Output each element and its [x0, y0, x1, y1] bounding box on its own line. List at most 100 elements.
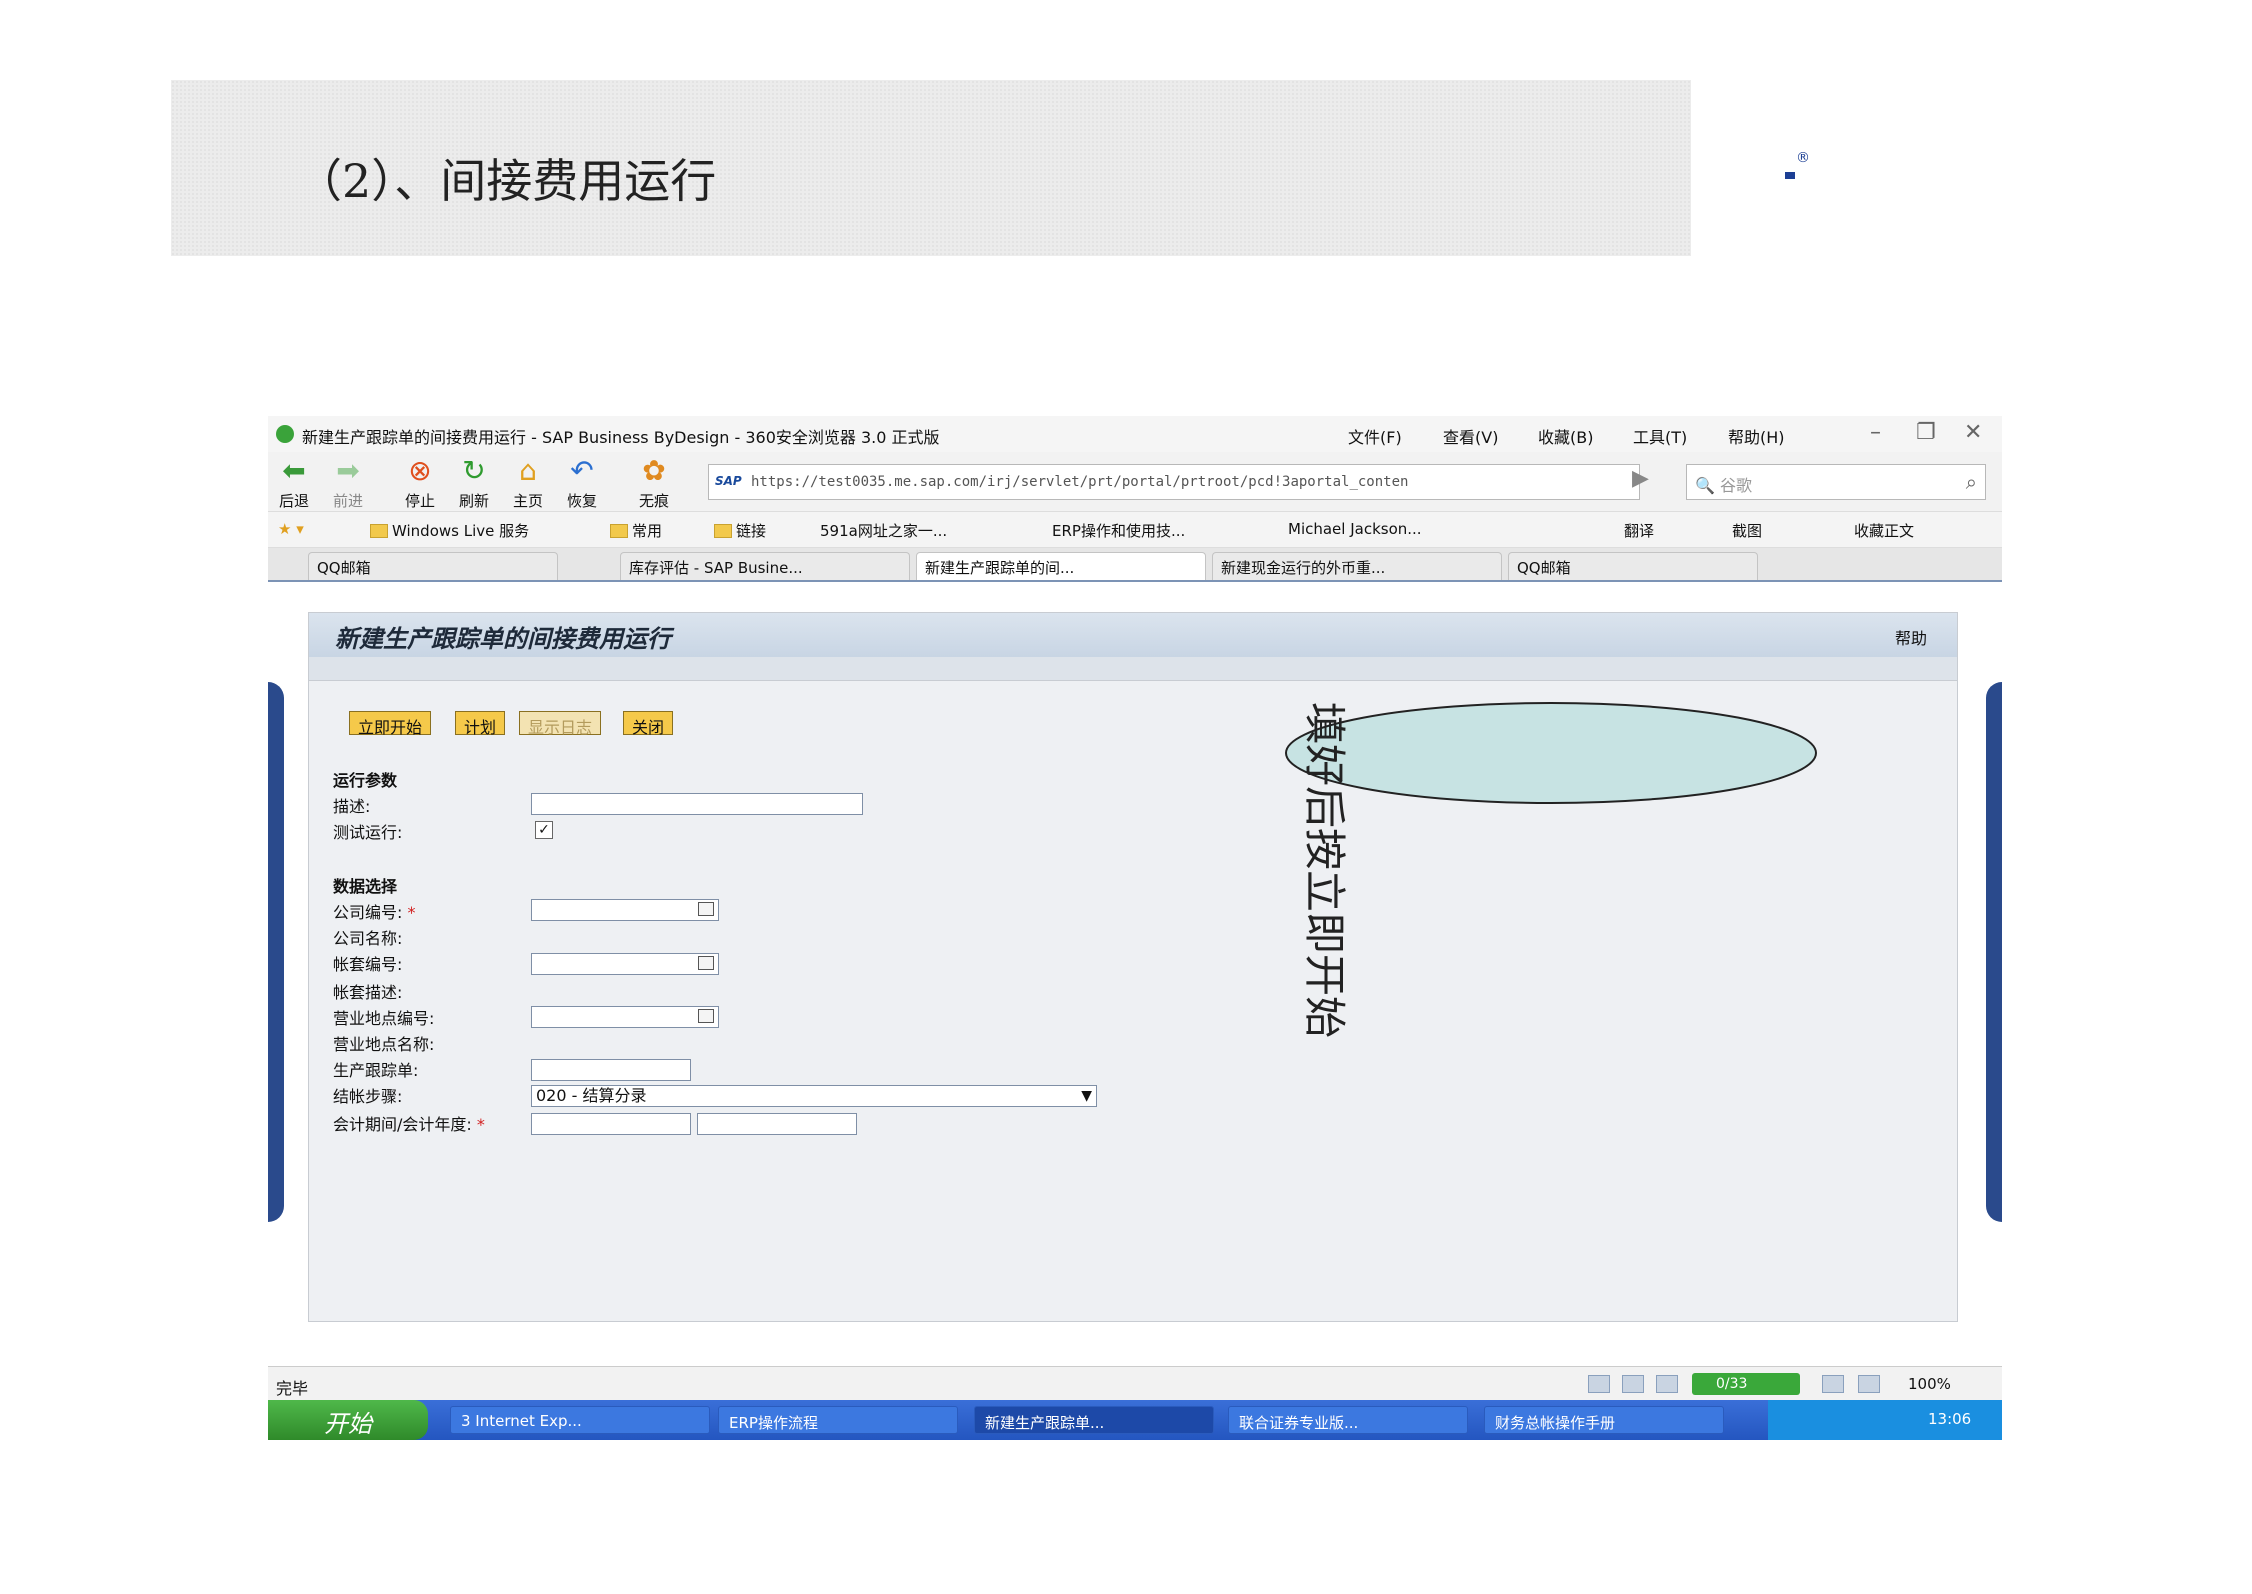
- address-url[interactable]: https://test0035.me.sap.com/irj/servlet/…: [751, 474, 1408, 490]
- back-button[interactable]: ⬅ 后退: [270, 456, 318, 511]
- label-period-year: 会计期间/会计年度: *: [333, 1115, 485, 1134]
- network-icon[interactable]: [1822, 1375, 1844, 1393]
- refresh-icon: ↻: [462, 454, 486, 487]
- download-icon[interactable]: [1622, 1375, 1644, 1393]
- chevron-down-icon[interactable]: ▼: [1081, 1086, 1092, 1106]
- home-button[interactable]: ⌂ 主页: [504, 456, 552, 511]
- tab-qq-mail-2[interactable]: QQ邮箱: [1508, 552, 1758, 580]
- task-finance-manual[interactable]: 财务总帐操作手册: [1484, 1406, 1724, 1434]
- back-arrow-icon: ⬅: [282, 454, 306, 487]
- site-id-input[interactable]: [531, 1006, 719, 1028]
- slide-title: （2）、间接费用运行: [296, 154, 717, 208]
- screenshot-button[interactable]: 截图: [1732, 520, 1762, 541]
- restore-button[interactable]: ↶ 恢复: [558, 456, 606, 511]
- callout-text: 填好后按立即开始: [1300, 702, 1349, 1039]
- stop-icon: ⊗: [408, 454, 432, 487]
- tab-inventory[interactable]: 库存评估 - SAP Busine...: [620, 552, 910, 580]
- close-button[interactable]: 关闭: [623, 711, 674, 737]
- menu-favorites[interactable]: 收藏(B): [1538, 424, 1593, 448]
- sap-favicon: SAP: [715, 474, 742, 488]
- status-bar: 完毕 0/33 100%: [268, 1366, 2002, 1400]
- production-tracking-input[interactable]: [531, 1059, 691, 1081]
- label-company-id: 公司编号: *: [333, 903, 416, 922]
- label-site-id: 营业地点编号:: [333, 1009, 435, 1028]
- set-id-input[interactable]: [531, 953, 719, 975]
- save-article-button[interactable]: 收藏正文: [1854, 520, 1914, 541]
- label-site-name: 营业地点名称:: [333, 1035, 435, 1054]
- favorites-star-icon[interactable]: ★ ▾: [278, 520, 304, 538]
- description-input[interactable]: [531, 793, 863, 815]
- menu-file[interactable]: 文件(F): [1348, 424, 1402, 448]
- undo-icon: ↶: [570, 454, 594, 487]
- fav-erp[interactable]: ERP操作和使用技...: [1052, 520, 1185, 541]
- clock: 13:06: [1928, 1410, 1972, 1428]
- favorites-bar: ★ ▾ Windows Live 服务 常用 链接 591a网址之家一... E…: [268, 512, 2002, 548]
- search-box[interactable]: 🔍 谷歌 ⌕: [1686, 464, 1986, 500]
- plan-button[interactable]: 计划: [455, 711, 506, 737]
- window-titlebar: 新建生产跟踪单的间接费用运行 - SAP Business ByDesign -…: [268, 416, 2002, 452]
- start-button[interactable]: 开始: [268, 1400, 428, 1440]
- folder-icon: [370, 524, 388, 538]
- callout-ellipse: [1285, 702, 1817, 804]
- label-closing-step: 结帐步骤:: [333, 1087, 403, 1106]
- section-data-selection: 数据选择: [333, 877, 398, 896]
- fav-michael-jackson[interactable]: Michael Jackson...: [1288, 520, 1422, 538]
- task-erp-flow[interactable]: ERP操作流程: [718, 1406, 958, 1434]
- fav-common[interactable]: 常用: [610, 520, 662, 541]
- page-icon[interactable]: [1656, 1375, 1678, 1393]
- task-internet-explorer[interactable]: 3 Internet Exp...: [450, 1406, 710, 1434]
- test-run-checkbox[interactable]: ✓: [535, 821, 553, 839]
- restore-icon[interactable]: ❐: [1916, 420, 1936, 445]
- close-window-icon[interactable]: ✕: [1964, 420, 1982, 445]
- start-now-button[interactable]: 立即开始: [349, 711, 432, 737]
- forward-button[interactable]: ➡ 前进: [324, 456, 372, 511]
- paw-icon: ✿: [642, 454, 666, 487]
- fav-windows-live[interactable]: Windows Live 服务: [370, 520, 529, 541]
- fiscal-period-input[interactable]: [531, 1113, 691, 1135]
- menu-help[interactable]: 帮助(H): [1728, 424, 1785, 448]
- page-edge-left: [268, 682, 284, 1222]
- forward-arrow-icon: ➡: [336, 454, 360, 487]
- value-help-icon[interactable]: [698, 902, 714, 916]
- incognito-button[interactable]: ✿ 无痕: [630, 456, 678, 511]
- value-help-icon[interactable]: [698, 956, 714, 970]
- refresh-button[interactable]: ↻ 刷新: [450, 456, 498, 511]
- show-log-button: 显示日志: [519, 711, 602, 737]
- address-bar[interactable]: SAP https://test0035.me.sap.com/irj/serv…: [708, 464, 1640, 500]
- search-icon[interactable]: ⌕: [1966, 470, 1977, 494]
- security-counter[interactable]: 0/33: [1692, 1373, 1800, 1395]
- closing-step-select[interactable]: 020 - 结算分录 ▼: [531, 1085, 1097, 1107]
- fiscal-year-input[interactable]: [697, 1113, 857, 1135]
- label-set-id: 帐套编号:: [333, 955, 403, 974]
- fav-links[interactable]: 链接: [714, 520, 766, 541]
- tab-bar: QQ邮箱 库存评估 - SAP Busine... 新建生产跟踪单的间... 新…: [268, 548, 2002, 582]
- tab-production-overhead[interactable]: 新建生产跟踪单的间...: [916, 552, 1206, 580]
- label-company-name: 公司名称:: [333, 929, 403, 948]
- volume-icon[interactable]: [1858, 1375, 1880, 1393]
- minimize-icon[interactable]: –: [1870, 420, 1881, 445]
- menu-tools[interactable]: 工具(T): [1633, 424, 1687, 448]
- go-icon[interactable]: ▶: [1632, 466, 1649, 491]
- stop-button[interactable]: ⊗ 停止: [396, 456, 444, 511]
- tab-qq-mail-1[interactable]: QQ邮箱: [308, 552, 558, 580]
- folder-icon: [714, 524, 732, 538]
- value-help-icon[interactable]: [698, 1009, 714, 1023]
- shield-icon[interactable]: [1588, 1375, 1610, 1393]
- menu-view[interactable]: 查看(V): [1443, 424, 1498, 448]
- fav-591a[interactable]: 591a网址之家一...: [820, 520, 947, 541]
- translate-button[interactable]: 翻译: [1624, 520, 1654, 541]
- browser-toolbar: ⬅ 后退 ➡ 前进 ⊗ 停止 ↻ 刷新 ⌂ 主页 ↶ 恢复 ✿ 无痕 SAP https://…: [268, 452, 2002, 512]
- label-description: 描述:: [333, 797, 371, 816]
- tab-cash-run[interactable]: 新建现金运行的外币重...: [1212, 552, 1502, 580]
- zoom-level[interactable]: 100%: [1908, 1375, 1951, 1393]
- label-set-description: 帐套描述:: [333, 983, 403, 1002]
- form-subheader: [309, 657, 1957, 681]
- browser-logo-icon: [276, 425, 294, 443]
- help-link[interactable]: 帮助: [1895, 625, 1927, 649]
- label-test-run: 测试运行:: [333, 823, 403, 842]
- task-production-tracking[interactable]: 新建生产跟踪单...: [974, 1406, 1214, 1434]
- company-id-input[interactable]: [531, 899, 719, 921]
- task-securities[interactable]: 联合证券专业版...: [1228, 1406, 1468, 1434]
- browser-screenshot: 新建生产跟踪单的间接费用运行 - SAP Business ByDesign -…: [268, 416, 2002, 1440]
- logo-mark: ®: [1785, 150, 1815, 180]
